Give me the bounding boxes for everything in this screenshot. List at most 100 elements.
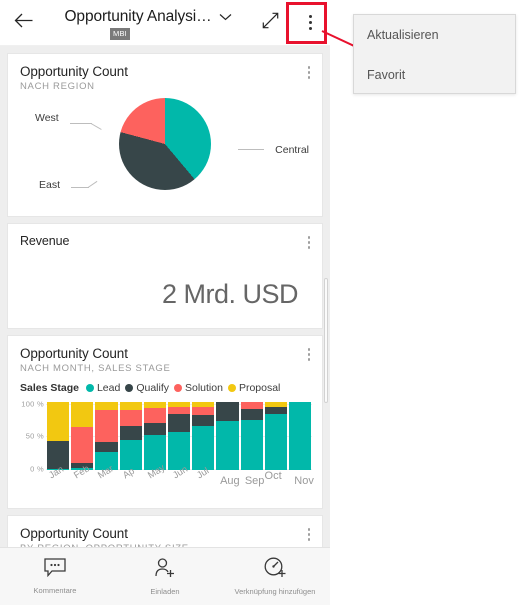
legend-swatch-icon (85, 384, 94, 392)
nav-item-invite[interactable]: Einladen (110, 548, 220, 605)
tile-opportunity-count-month-stage[interactable]: Opportunity Count NACH MONTH, SALES STAG… (8, 336, 322, 508)
comment-icon (44, 558, 66, 582)
fullscreen-button[interactable] (250, 0, 290, 46)
tile-subtitle: NACH MONTH, SALES STAGE (20, 363, 171, 374)
legend-label: Proposal (238, 382, 281, 394)
chart-legend: Sales Stage Lead Qualify Solution Propos… (8, 374, 322, 394)
bar-column[interactable] (240, 402, 263, 470)
bar-column[interactable] (143, 402, 166, 470)
legend-swatch-icon (227, 384, 236, 392)
bar-segment-qualify (240, 408, 263, 420)
title-area[interactable]: Opportunity Analysi… MBI (46, 8, 250, 40)
plot-area (46, 402, 312, 470)
pie-leader-west-diag (90, 123, 102, 130)
bar-segment-solution (167, 407, 191, 415)
legend-label: Qualify (136, 382, 169, 394)
bar-segment-proposal (119, 402, 142, 410)
y-tick-label: 100 % (21, 399, 44, 409)
pie-leader-west (70, 123, 92, 124)
bar-column[interactable] (119, 402, 142, 470)
tile-opportunity-count-region[interactable]: Opportunity Count NACH REGION West Centr… (8, 54, 322, 216)
pie-leader-east (71, 187, 89, 188)
tile-title: Revenue (20, 234, 70, 248)
page-title: Opportunity Analysi… (64, 7, 212, 25)
tile-revenue[interactable]: Revenue 2 Mrd. USD (8, 224, 322, 328)
legend-title: Sales Stage (20, 382, 79, 394)
legend-label: Solution (185, 382, 223, 394)
workspace-badge: MBI (110, 27, 130, 40)
bar-segment-lead (240, 419, 263, 470)
tile-title: Opportunity Count (20, 64, 128, 79)
bar-segment-qualify (167, 414, 191, 432)
legend-item-solution[interactable]: Solution (174, 382, 223, 394)
bar-segment-proposal (71, 402, 94, 427)
legend-label: Lead (96, 382, 121, 394)
tile-title: Opportunity Count (20, 526, 128, 541)
gauge-add-icon (264, 557, 287, 583)
back-arrow-icon (14, 13, 33, 33)
y-tick-label: 0 % (30, 464, 44, 474)
bar-segment-qualify (216, 402, 239, 422)
bar-series-container (46, 402, 312, 470)
tile-subtitle: NACH REGION (20, 81, 95, 92)
nav-item-comments[interactable]: Kommentare (0, 548, 110, 605)
menu-item-favorite[interactable]: Favorit (354, 55, 515, 95)
nav-item-add-shortcut[interactable]: Verknüpfung hinzufügen (220, 548, 330, 605)
bar-column[interactable] (95, 402, 118, 470)
bar-segment-proposal (95, 402, 118, 411)
vertical-scrollbar[interactable] (324, 278, 328, 403)
bar-column[interactable] (47, 402, 70, 470)
more-vertical-icon (308, 15, 312, 30)
bar-segment-solution (119, 409, 142, 426)
nav-label: Kommentare (33, 586, 77, 595)
more-options-button[interactable] (290, 0, 330, 46)
bar-segment-solution (71, 426, 94, 463)
bar-column[interactable] (264, 402, 287, 470)
y-tick-label: 50 % (25, 431, 44, 441)
bar-segment-proposal (47, 402, 70, 442)
tile-more-icon[interactable] (304, 346, 315, 363)
bar-segment-qualify (192, 414, 215, 427)
tile-more-icon[interactable] (304, 526, 315, 543)
bar-segment-lead (167, 431, 191, 470)
bar-column[interactable] (216, 402, 239, 470)
bar-column[interactable] (288, 402, 312, 470)
legend-item-lead[interactable]: Lead (85, 382, 121, 394)
bar-segment-lead (288, 402, 312, 470)
bar-column[interactable] (167, 402, 191, 470)
x-axis: Jan Feb Mar Ap May Jun Jul Aug Sep Oct Nov (46, 462, 314, 496)
tile-title: Opportunity Count (20, 346, 128, 361)
pie-leader-east-diag (87, 180, 98, 188)
bar-segment-solution (143, 408, 166, 424)
legend-swatch-icon (125, 384, 134, 392)
pie-chart: West Central East (8, 94, 322, 202)
tile-more-icon[interactable] (304, 234, 315, 251)
tile-more-icon[interactable] (304, 64, 315, 81)
legend-swatch-icon (174, 384, 182, 392)
bar-column[interactable] (71, 402, 94, 470)
x-tick-label: Oct (264, 470, 282, 482)
pie-label-west: West (35, 112, 59, 124)
bar-column[interactable] (192, 402, 215, 470)
pie-label-central: Central (275, 144, 309, 156)
menu-item-refresh[interactable]: Aktualisieren (354, 15, 515, 55)
phone-viewport: Opportunity Analysi… MBI Opportunity Cou… (0, 0, 330, 605)
legend-item-proposal[interactable]: Proposal (227, 382, 281, 394)
bar-segment-solution (95, 410, 118, 443)
stacked-bar-chart: 100 % 50 % 0 % (18, 399, 312, 474)
nav-label: Verknüpfung hinzufügen (234, 587, 316, 596)
x-tick-label: Aug (220, 475, 240, 487)
bar-segment-qualify (95, 442, 118, 453)
legend-item-qualify[interactable]: Qualify (125, 382, 169, 394)
chevron-down-icon[interactable] (219, 8, 232, 26)
x-tick-label: Nov (294, 475, 314, 487)
bar-segment-qualify (119, 425, 142, 441)
pie-slices (119, 98, 211, 190)
bar-segment-lead (192, 426, 215, 470)
pie-label-east: East (39, 179, 61, 191)
nav-label: Einladen (150, 586, 180, 596)
context-menu[interactable]: Aktualisieren Favorit (353, 14, 516, 94)
back-button[interactable] (0, 0, 46, 46)
dashboard-tile-list[interactable]: Opportunity Count NACH REGION West Centr… (0, 46, 330, 605)
bottom-navigation: Kommentare Einladen Verknüpfung hinzufüg… (0, 547, 330, 605)
